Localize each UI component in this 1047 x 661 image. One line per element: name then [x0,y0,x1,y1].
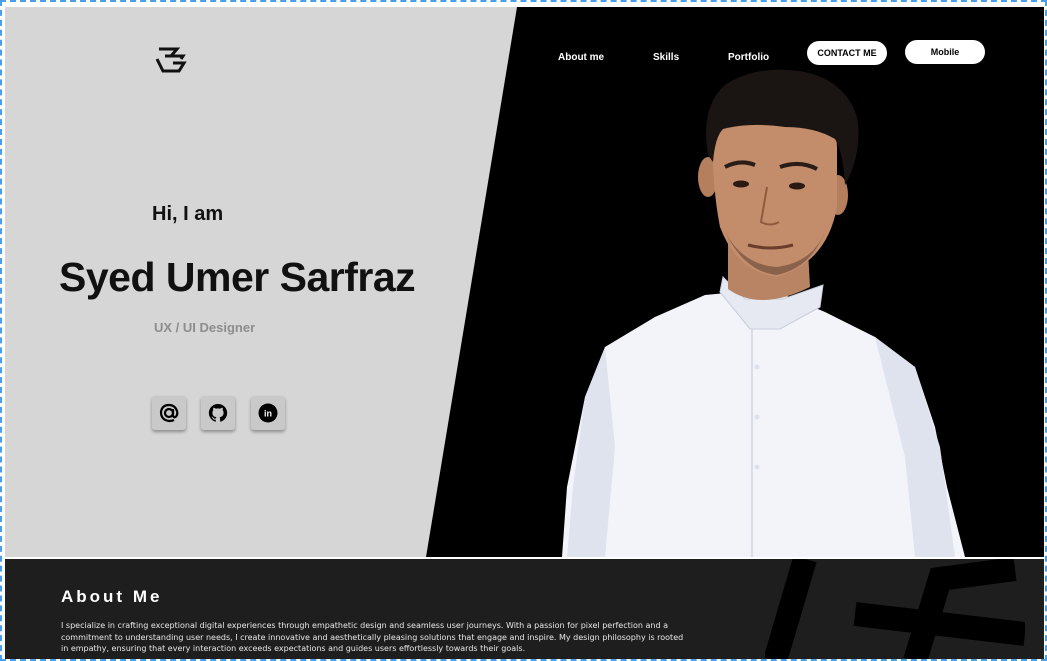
nav-portfolio[interactable]: Portfolio [728,52,769,63]
hero-role: UX / UI Designer [154,320,256,335]
about-text: I specialize in crafting exceptional dig… [61,621,684,653]
nav-about-me[interactable]: About me [558,52,604,63]
hero-section: About me Skills Portfolio CONTACT ME Mob… [5,7,1044,557]
mobile-button[interactable]: Mobile [905,40,985,64]
about-section: About Me I specialize in crafting except… [5,559,1044,659]
at-icon [159,403,179,423]
hero-name: Syed Umer Sarfraz [59,254,416,300]
contact-me-button[interactable]: CONTACT ME [807,41,887,65]
page-frame: About me Skills Portfolio CONTACT ME Mob… [0,0,1047,661]
about-title: About Me [61,587,163,606]
linkedin-link[interactable]: in [251,396,285,430]
linkedin-icon: in [258,403,278,423]
logo-watermark-icon [765,559,1025,659]
hero-greeting: Hi, I am [152,203,224,225]
github-icon [208,403,228,422]
svg-text:in: in [264,409,272,419]
profile-photo [562,69,965,557]
email-link[interactable] [152,396,186,430]
github-link[interactable] [201,396,235,430]
nav-skills[interactable]: Skills [653,52,679,63]
